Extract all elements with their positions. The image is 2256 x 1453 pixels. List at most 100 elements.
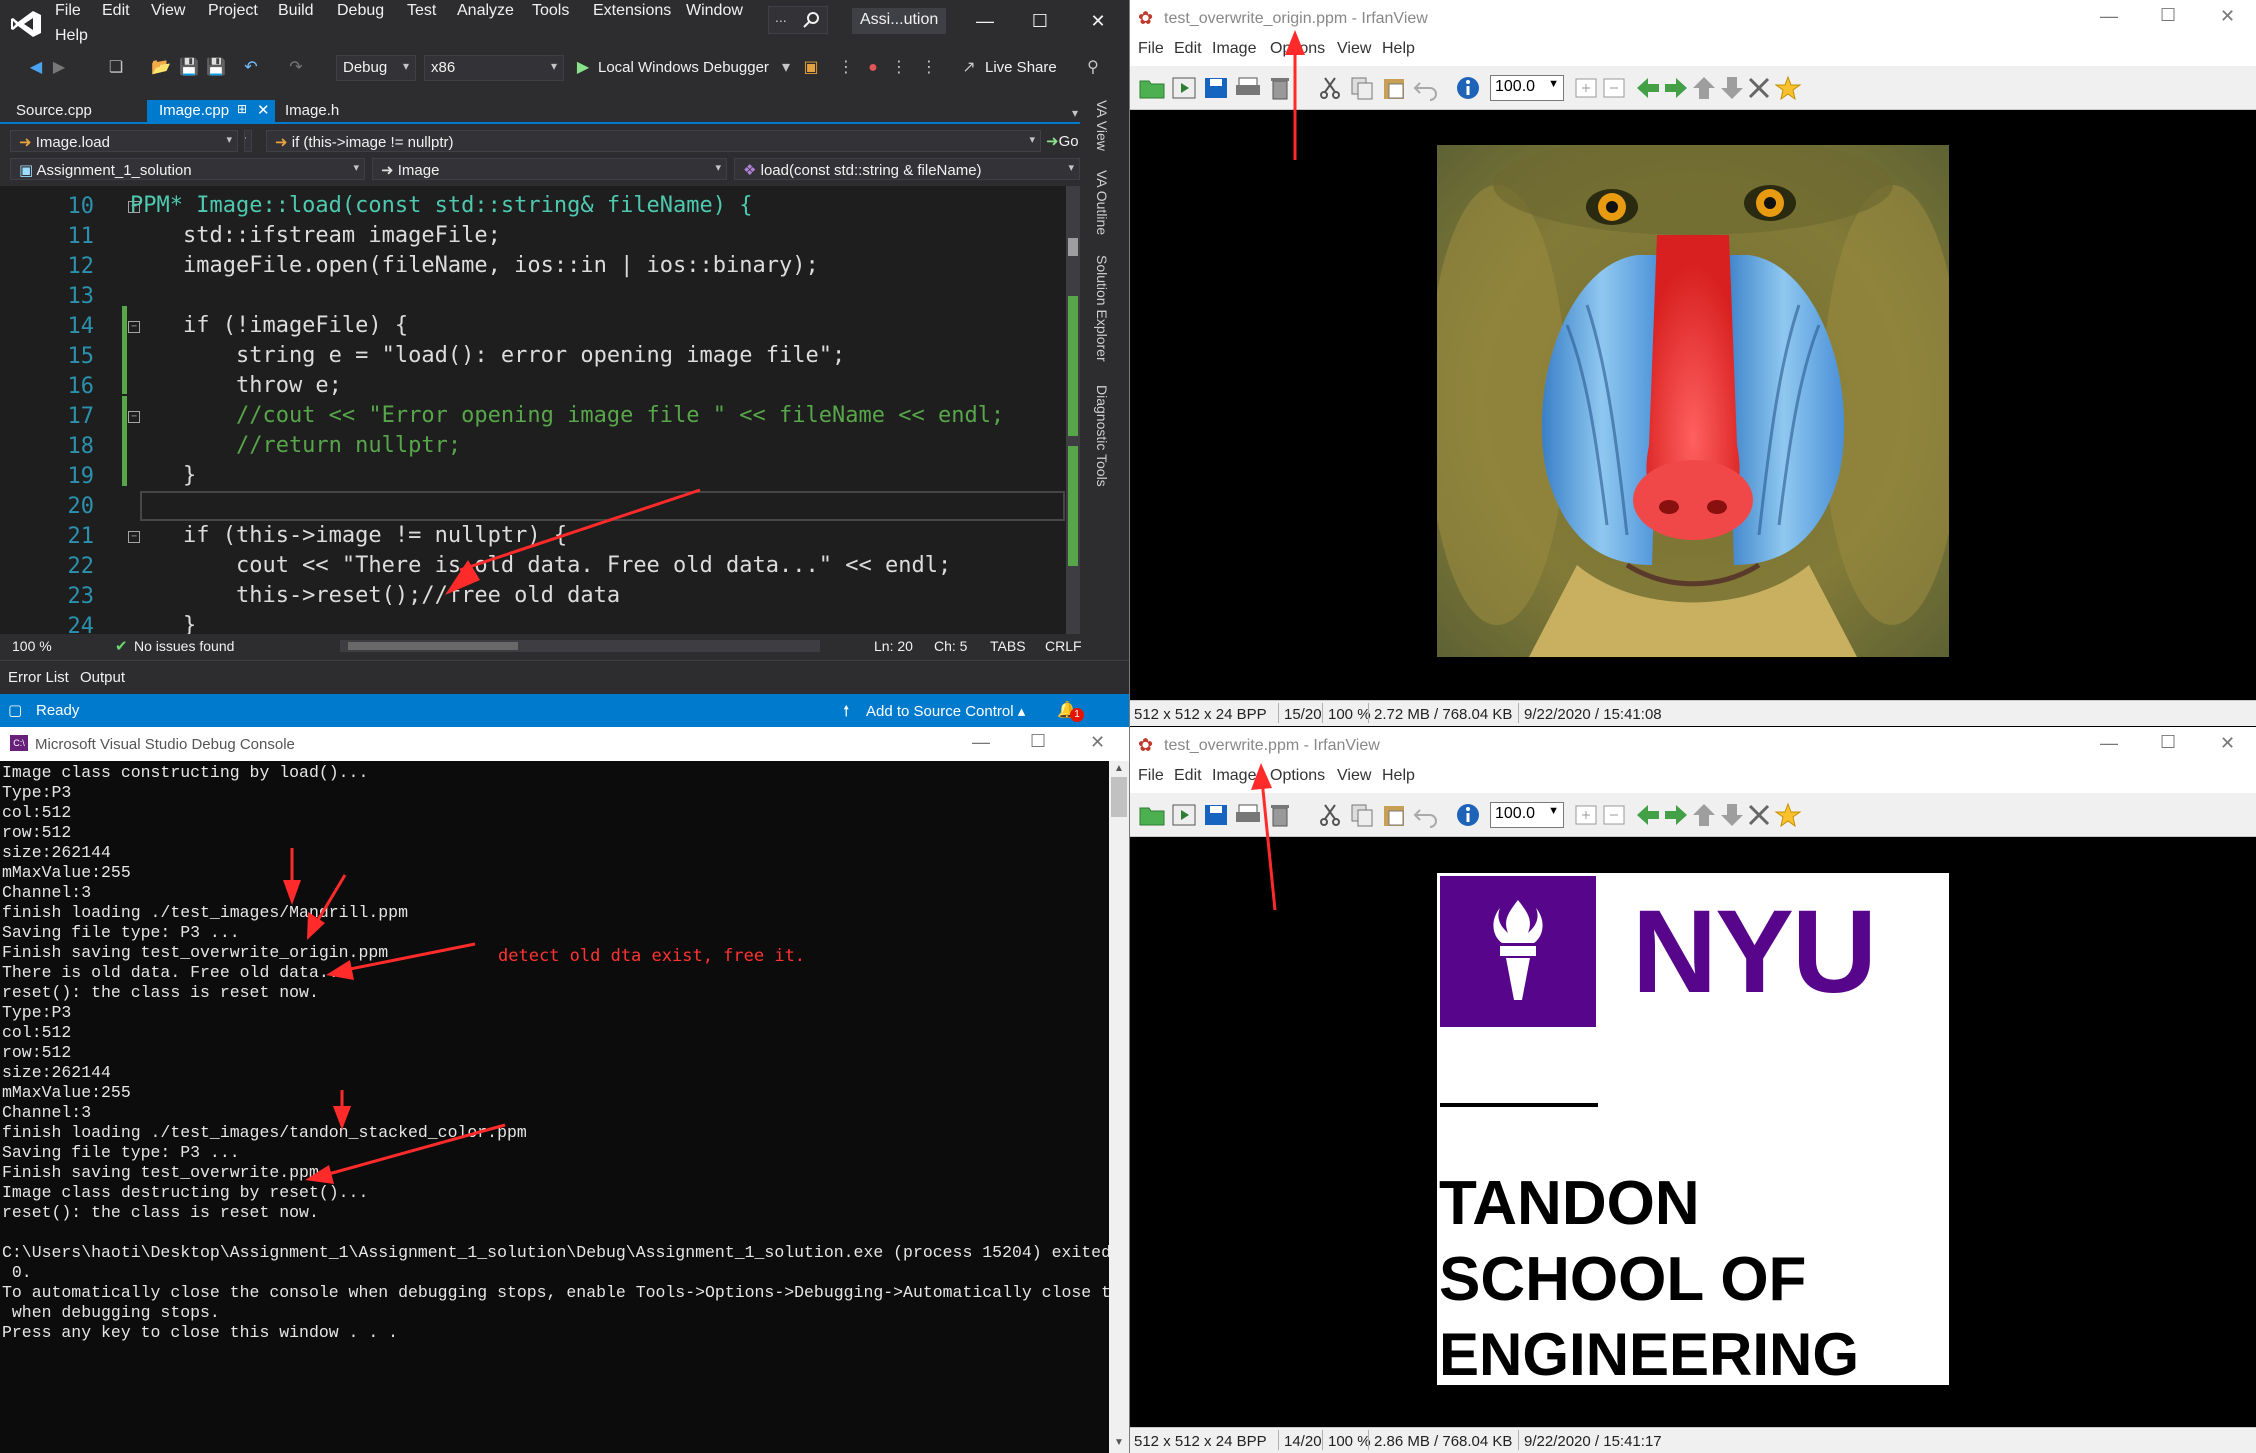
minimize-button[interactable]: — — [970, 8, 1000, 34]
align-icon[interactable]: ⋮ — [918, 57, 940, 79]
menu-view[interactable]: View — [151, 2, 185, 20]
close-tab-icon[interactable]: ✕ — [257, 101, 270, 119]
tools-icon[interactable] — [1746, 802, 1774, 828]
menu-window[interactable]: Window — [686, 2, 743, 20]
down-icon[interactable] — [1718, 802, 1746, 828]
info-icon[interactable] — [1454, 802, 1482, 828]
zoom-level[interactable]: 100 % — [12, 638, 52, 654]
back-icon[interactable]: ◀ — [25, 57, 47, 79]
open-folder-icon[interactable] — [1138, 802, 1166, 828]
console-output[interactable]: Image class constructing by load()... Ty… — [0, 761, 1109, 1453]
menu-file[interactable]: File — [1138, 767, 1164, 785]
scroll-down-icon[interactable]: ▼ — [1114, 1437, 1124, 1448]
side-tab-va-view[interactable]: VA View — [1094, 100, 1110, 151]
breakpoint-icon[interactable]: ⋮ — [835, 57, 857, 79]
undo-icon[interactable]: ↶ — [240, 57, 262, 79]
editor-scroll-thumb[interactable] — [1068, 238, 1078, 256]
copy-icon[interactable] — [1348, 75, 1376, 101]
scope-dropdown[interactable]: ➜ Image.load — [10, 130, 238, 152]
menu-analyze[interactable]: Analyze — [457, 2, 514, 20]
menu-debug[interactable]: Debug — [337, 2, 384, 20]
up-icon[interactable] — [1690, 802, 1718, 828]
save-icon[interactable] — [1202, 75, 1230, 101]
tab-image-h[interactable]: Image.h — [273, 100, 351, 122]
delete-icon[interactable] — [1266, 802, 1294, 828]
menu-image[interactable]: Image — [1212, 40, 1256, 58]
editor-hscroll-thumb[interactable] — [348, 642, 518, 650]
paste-icon[interactable] — [1380, 802, 1408, 828]
menu-view[interactable]: View — [1337, 40, 1371, 58]
go-button[interactable]: ➜Go — [1046, 132, 1079, 150]
toolbox-icon[interactable]: ▣ — [800, 57, 822, 79]
maximize-button[interactable]: ☐ — [2160, 5, 2176, 26]
save-icon[interactable] — [1202, 802, 1230, 828]
close-button[interactable]: ✕ — [2220, 733, 2235, 754]
menu-help[interactable]: Help — [1382, 40, 1415, 58]
cut-icon[interactable] — [1316, 802, 1344, 828]
menu-edit[interactable]: Edit — [1174, 767, 1202, 785]
member-dropdown[interactable]: ➜ if (this->image != nullptr) — [266, 130, 1041, 152]
code-editor[interactable]: 10 11 12 13 14 15 16 17 18 19 20 21 22 2… — [0, 186, 1080, 634]
delete-icon[interactable] — [1266, 75, 1294, 101]
nav-splitter[interactable] — [244, 130, 252, 152]
forward-icon[interactable]: ▶ — [48, 57, 70, 79]
previous-icon[interactable] — [1634, 802, 1662, 828]
tab-source-cpp[interactable]: Source.cpp — [4, 100, 104, 122]
menu-options[interactable]: Options — [1270, 40, 1325, 58]
format-icon[interactable]: ⋮ — [888, 57, 910, 79]
pin-icon[interactable]: ⊞ — [237, 102, 247, 116]
run-debugger-button[interactable]: Local Windows Debugger — [598, 59, 769, 76]
side-tab-solution-explorer[interactable]: Solution Explorer — [1094, 255, 1110, 362]
maximize-button[interactable]: ☐ — [1030, 731, 1046, 752]
info-icon[interactable] — [1454, 75, 1482, 101]
zoom-dropdown[interactable]: 100.0 ▼ — [1490, 802, 1564, 828]
menu-file[interactable]: File — [55, 2, 81, 20]
close-button[interactable]: ✕ — [1083, 8, 1113, 34]
open-folder-icon[interactable]: 📂 — [150, 57, 172, 79]
up-icon[interactable] — [1690, 75, 1718, 101]
dropdown-arrow-icon[interactable]: ▾ — [775, 57, 797, 79]
next-icon[interactable] — [1662, 802, 1690, 828]
menu-edit[interactable]: Edit — [1174, 40, 1202, 58]
previous-icon[interactable] — [1634, 75, 1662, 101]
cut-icon[interactable] — [1316, 75, 1344, 101]
menu-build[interactable]: Build — [278, 2, 314, 20]
save-all-icon[interactable]: 💾 — [205, 57, 227, 79]
open-folder-icon[interactable] — [1138, 75, 1166, 101]
tools-icon[interactable] — [1746, 75, 1774, 101]
play-icon[interactable]: ▶ — [572, 57, 594, 79]
slideshow-icon[interactable] — [1170, 802, 1198, 828]
zoom-dropdown[interactable]: 100.0 ▼ — [1490, 75, 1564, 101]
menu-help[interactable]: Help — [55, 27, 88, 45]
star-icon[interactable] — [1774, 802, 1802, 828]
menu-test[interactable]: Test — [407, 2, 436, 20]
console-scrollbar[interactable]: ▲ ▼ — [1109, 761, 1129, 1453]
close-button[interactable]: ✕ — [1090, 732, 1105, 753]
zoom-in-icon[interactable] — [1572, 75, 1600, 101]
console-scroll-thumb[interactable] — [1111, 777, 1127, 817]
search-box[interactable]: ... — [768, 6, 828, 34]
add-to-source-control-button[interactable]: Add to Source Control ▴ — [866, 702, 1025, 720]
print-icon[interactable] — [1234, 802, 1262, 828]
print-icon[interactable] — [1234, 75, 1262, 101]
search-icon[interactable] — [803, 11, 821, 29]
minimize-button[interactable]: — — [972, 732, 990, 753]
undo-icon[interactable] — [1412, 75, 1440, 101]
undo-icon[interactable] — [1412, 802, 1440, 828]
platform-dropdown[interactable]: x86 — [424, 55, 564, 81]
copy-icon[interactable] — [1348, 802, 1376, 828]
slideshow-icon[interactable] — [1170, 75, 1198, 101]
scroll-up-icon[interactable]: ▲ — [1114, 763, 1124, 774]
menu-tools[interactable]: Tools — [532, 2, 569, 20]
close-button[interactable]: ✕ — [2220, 6, 2235, 27]
maximize-button[interactable]: ☐ — [1025, 8, 1055, 34]
menu-view[interactable]: View — [1337, 767, 1371, 785]
tab-list-icon[interactable]: ▾ — [1072, 106, 1078, 120]
record-icon[interactable]: ● — [862, 57, 884, 79]
minimize-button[interactable]: — — [2100, 733, 2118, 754]
minimize-button[interactable]: — — [2100, 6, 2118, 27]
save-icon[interactable]: 💾 — [178, 57, 200, 79]
live-share-button[interactable]: Live Share — [985, 59, 1057, 76]
down-icon[interactable] — [1718, 75, 1746, 101]
menu-edit[interactable]: Edit — [102, 2, 130, 20]
